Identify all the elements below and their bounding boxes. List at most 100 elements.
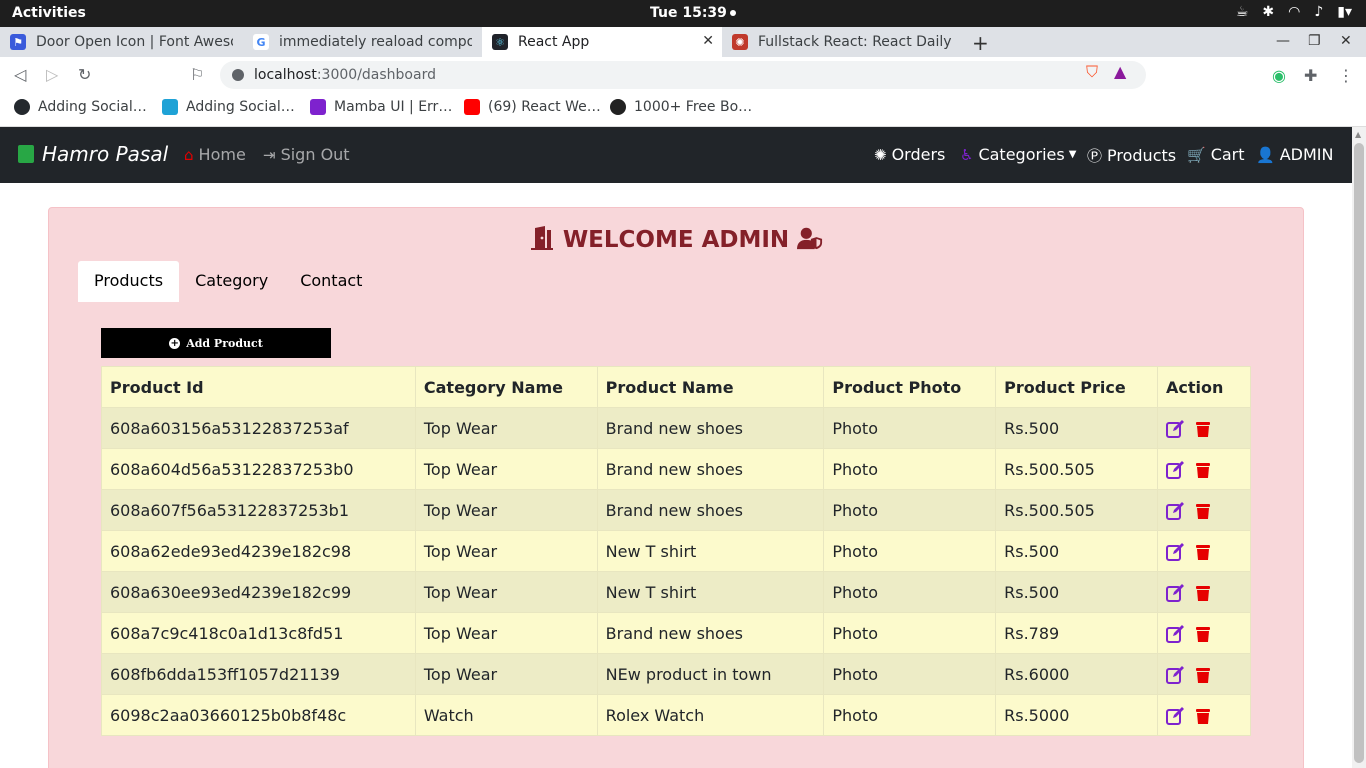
tab-title: React App bbox=[518, 34, 590, 50]
tab-title: Fullstack React: React Daily UI bbox=[758, 34, 952, 50]
menu-icon[interactable]: ⋮ bbox=[1338, 66, 1354, 85]
bookmark-item[interactable]: Adding Social… bbox=[14, 99, 147, 115]
cell-action bbox=[1157, 653, 1251, 695]
bookmark-icon[interactable]: ⚐ bbox=[190, 65, 204, 84]
trash-icon[interactable] bbox=[1194, 461, 1212, 479]
cube-icon bbox=[162, 99, 178, 115]
brave-rewards-icon[interactable]: ▲ bbox=[1114, 62, 1126, 82]
forward-icon[interactable]: ▷ bbox=[46, 65, 58, 84]
cell-product-id: 608a604d56a53122837253b0 bbox=[101, 448, 416, 490]
cell-product-photo[interactable]: Photo bbox=[823, 571, 997, 613]
new-tab-button[interactable]: + bbox=[972, 31, 989, 55]
edit-icon[interactable] bbox=[1166, 706, 1184, 725]
system-clock[interactable]: Tue 15:39 bbox=[650, 5, 736, 21]
cell-product-price: Rs.500 bbox=[995, 571, 1158, 613]
nav-products[interactable]: Ⓟ Products bbox=[1087, 145, 1176, 166]
bookmark-item[interactable]: Mamba UI | Err… bbox=[310, 99, 452, 115]
cell-action bbox=[1157, 489, 1251, 531]
tab-contact[interactable]: Contact bbox=[284, 261, 378, 302]
table-row: 6098c2aa03660125b0b8f48c Watch Rolex Watch… bbox=[101, 694, 1251, 736]
nav-admin[interactable]: 👤 ADMIN bbox=[1256, 145, 1333, 164]
bookmark-item[interactable]: (69) React We… bbox=[464, 99, 601, 115]
minimize-icon[interactable]: — bbox=[1276, 33, 1290, 49]
nav-orders[interactable]: ✺ Orders bbox=[874, 145, 945, 164]
nav-categories-dropdown[interactable]: ♿ Categories ▼ bbox=[960, 145, 1076, 164]
table-row: 608a62ede93ed4239e182c98 Top Wear New T sh… bbox=[101, 530, 1251, 572]
extension-icon[interactable]: ◉ bbox=[1272, 66, 1286, 85]
trash-icon[interactable] bbox=[1194, 625, 1212, 643]
url-path: :3000/dashboard bbox=[316, 67, 436, 83]
close-window-icon[interactable]: ✕ bbox=[1340, 33, 1352, 49]
cell-product-photo[interactable]: Photo bbox=[823, 612, 997, 654]
wifi-icon[interactable]: ◠ bbox=[1288, 4, 1300, 20]
cell-product-photo[interactable]: Photo bbox=[823, 448, 997, 490]
cell-product-photo[interactable]: Photo bbox=[823, 489, 997, 531]
trash-icon[interactable] bbox=[1194, 420, 1212, 438]
cell-product-price: Rs.500 bbox=[995, 407, 1158, 449]
add-product-button[interactable]: + Add Product bbox=[101, 328, 331, 358]
header-category-name: Category Name bbox=[414, 366, 598, 408]
nav-sign-out[interactable]: ⇥ Sign Out bbox=[263, 145, 350, 164]
cell-product-photo[interactable]: Photo bbox=[823, 530, 997, 572]
brand-link[interactable]: Hamro Pasal bbox=[18, 142, 168, 166]
bookmarks-bar: Adding Social… Adding Social… Mamba UI |… bbox=[0, 93, 1366, 127]
edit-icon[interactable] bbox=[1166, 624, 1184, 643]
edit-icon[interactable] bbox=[1166, 583, 1184, 602]
trash-icon[interactable] bbox=[1194, 543, 1212, 561]
edit-icon[interactable] bbox=[1166, 419, 1184, 438]
scrollbar-thumb[interactable] bbox=[1354, 143, 1364, 763]
toolbar-extensions: ⛉ ▲ bbox=[1086, 62, 1126, 82]
trash-icon[interactable] bbox=[1194, 584, 1212, 602]
activities-button[interactable]: Activities bbox=[12, 5, 86, 21]
edit-icon[interactable] bbox=[1166, 665, 1184, 684]
battery-icon[interactable]: ▮▾ bbox=[1337, 4, 1352, 20]
bookmark-item[interactable]: Adding Social… bbox=[162, 99, 295, 115]
google-icon: G bbox=[253, 34, 269, 50]
back-icon[interactable]: ◁ bbox=[14, 65, 26, 84]
brave-shield-icon[interactable]: ⛉ bbox=[1086, 62, 1098, 82]
reload-icon[interactable]: ↻ bbox=[78, 65, 91, 84]
cell-product-photo[interactable]: Photo bbox=[823, 407, 997, 449]
trash-icon[interactable] bbox=[1194, 666, 1212, 684]
trash-icon[interactable] bbox=[1194, 707, 1212, 725]
nav-home[interactable]: ⌂ Home bbox=[184, 145, 246, 164]
browser-tab-0[interactable]: ⚑ Door Open Icon | Font Aweso bbox=[0, 27, 243, 57]
cell-product-photo[interactable]: Photo bbox=[823, 694, 997, 736]
coffee-icon[interactable]: ☕ bbox=[1236, 4, 1249, 20]
page-scrollbar[interactable]: ▲ bbox=[1352, 127, 1366, 768]
cell-action bbox=[1157, 530, 1251, 572]
plus-circle-icon: + bbox=[169, 337, 181, 349]
edit-icon[interactable] bbox=[1166, 460, 1184, 479]
close-tab-icon[interactable]: ✕ bbox=[702, 33, 714, 49]
product-hunt-icon: Ⓟ bbox=[1087, 147, 1103, 165]
cell-action bbox=[1157, 571, 1251, 613]
site-info-icon[interactable] bbox=[232, 69, 244, 81]
bluetooth-icon[interactable]: ✱ bbox=[1262, 4, 1274, 20]
browser-tab-3[interactable]: ✺ Fullstack React: React Daily UI bbox=[722, 27, 962, 57]
system-tray[interactable]: ☕ ✱ ◠ ♪ ▮▾ bbox=[1236, 4, 1352, 20]
volume-icon[interactable]: ♪ bbox=[1314, 4, 1323, 20]
bootstrap-icon bbox=[610, 99, 626, 115]
cell-product-id: 608a62ede93ed4239e182c98 bbox=[101, 530, 416, 572]
table-row: 608a607f56a53122837253b1 Top Wear Brand ne… bbox=[101, 489, 1251, 531]
trash-icon[interactable] bbox=[1194, 502, 1212, 520]
scroll-up-icon[interactable]: ▲ bbox=[1355, 130, 1361, 139]
address-bar[interactable]: localhost:3000/dashboard bbox=[220, 61, 1146, 89]
bookmark-item[interactable]: 1000+ Free Bo… bbox=[610, 99, 752, 115]
tab-products[interactable]: Products bbox=[78, 261, 180, 302]
caret-down-icon: ▼ bbox=[1068, 149, 1077, 160]
cell-action bbox=[1157, 407, 1251, 449]
cell-product-id: 608a603156a53122837253af bbox=[101, 407, 416, 449]
welcome-heading: WELCOME ADMIN bbox=[49, 226, 1303, 253]
browser-tab-1[interactable]: G immediately reaload compone bbox=[243, 27, 482, 57]
cell-action bbox=[1157, 694, 1251, 736]
cell-product-photo[interactable]: Photo bbox=[823, 653, 997, 695]
cell-product-name: New T shirt bbox=[596, 571, 825, 613]
restore-icon[interactable]: ❐ bbox=[1308, 33, 1321, 49]
nav-cart[interactable]: 🛒 Cart bbox=[1187, 145, 1245, 164]
edit-icon[interactable] bbox=[1166, 542, 1184, 561]
puzzle-icon[interactable]: ✚ bbox=[1304, 66, 1317, 85]
edit-icon[interactable] bbox=[1166, 501, 1184, 520]
tab-category[interactable]: Category bbox=[179, 261, 284, 302]
browser-tab-active[interactable]: ⚛ React App ✕ bbox=[482, 27, 722, 57]
